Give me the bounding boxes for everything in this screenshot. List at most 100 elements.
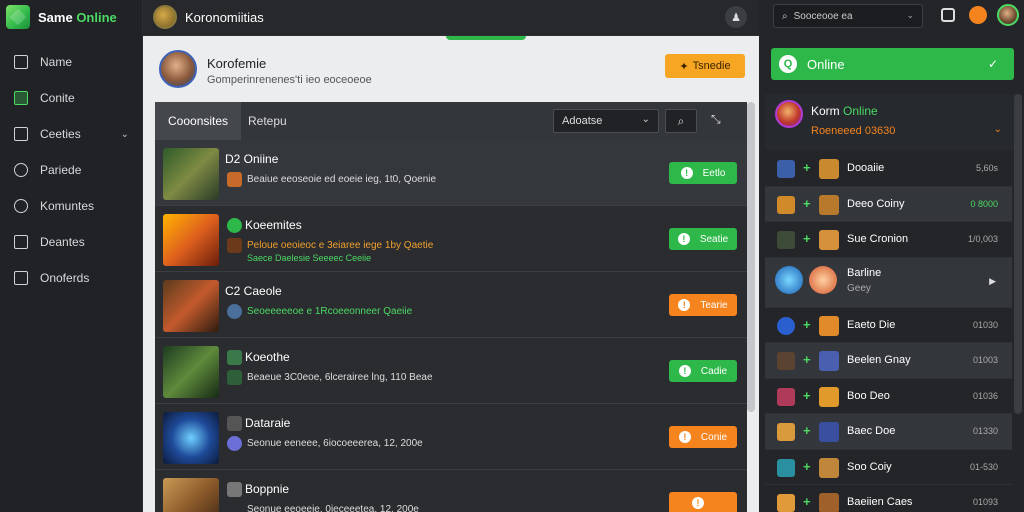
user-card[interactable]: Korm Online Roeneeed 03630 ⌄	[765, 94, 1018, 150]
row-meta: Beaeue 3C0eoe, 6lcerairee lng, 110 Beae	[247, 372, 433, 383]
plus-icon: +	[803, 195, 811, 211]
game-mini-icon	[227, 304, 242, 319]
row-action-button[interactable]: ! Eetlo	[669, 162, 737, 184]
check-icon: ✓	[987, 57, 998, 71]
status-icon: Q	[779, 55, 797, 73]
sidebar-item-name[interactable]: Name	[0, 44, 143, 80]
search-button[interactable]: ⌕	[665, 109, 697, 133]
chevron-right-icon[interactable]: ▶	[989, 276, 996, 287]
avatar[interactable]	[153, 5, 177, 29]
profile-avatar[interactable]	[159, 50, 197, 88]
sidebar-item-ceeties[interactable]: Ceeties ⌄	[0, 116, 143, 152]
row-title: Koeothe	[245, 350, 290, 364]
list-item[interactable]: + Baeiien Caes 01093	[765, 485, 1012, 512]
game-icon	[777, 494, 795, 512]
game-mini-icon	[227, 238, 242, 253]
table-row[interactable]: D2 Oniine Beaiue eeoseoie ed eoeie ieg, …	[155, 140, 747, 206]
play-icon: !	[692, 497, 704, 509]
list-item[interactable]: + Eaeto Die 01030	[765, 307, 1012, 343]
sidebar-item-onoferds[interactable]: Onoferds	[0, 260, 143, 296]
plus-icon: +	[803, 458, 811, 474]
row-title: Boppnie	[245, 482, 290, 496]
row-meta: Seonue eeneee, 6iocoeeerea, 12, 200e	[247, 438, 423, 449]
plus-icon: +	[803, 352, 811, 367]
game-thumbnail	[163, 214, 219, 266]
list-item[interactable]: + Dooaiie 5,60s	[765, 151, 1012, 187]
list-item-value: 01330	[972, 426, 998, 436]
tab-cooonsites[interactable]: Cooonsites	[155, 102, 242, 140]
online-status-button[interactable]: Q Online ✓	[771, 48, 1014, 80]
expand-icon[interactable]: ⤡	[711, 112, 721, 127]
list-item[interactable]: Barline Geey ▶	[765, 257, 1012, 308]
sidebar-item-label: Komuntes	[40, 199, 95, 213]
list-item[interactable]: + Soo Coiy 01-530	[765, 449, 1012, 485]
profile-action-button[interactable]: ✦ Tsnedie	[665, 54, 745, 78]
game-thumbnail	[163, 280, 219, 332]
play-icon: !	[678, 431, 691, 443]
list-item-name: Beelen Gnay	[847, 354, 911, 366]
plus-icon: +	[803, 231, 811, 246]
row-title: Koeemites	[245, 218, 302, 232]
brand-name: Same Online	[38, 9, 117, 25]
game-mini-icon	[227, 172, 242, 187]
notification-icon[interactable]	[969, 6, 987, 24]
avatar[interactable]	[997, 4, 1019, 26]
table-row[interactable]: Koeothe Beaeue 3C0eoe, 6lcerairee lng, 1…	[155, 338, 747, 404]
app: Same Online Name Conite Ceeties ⌄ Pariede…	[0, 0, 1024, 512]
row-meta: Seoeeeeeoe e 1Rcoeeonneer Qaeiie	[247, 306, 413, 317]
game-icon	[819, 315, 839, 336]
sidebar-nav: Name Conite Ceeties ⌄ Pariede Komuntes De…	[0, 44, 143, 296]
scrollbar[interactable]	[1014, 94, 1022, 414]
list-item-name: Soo Coiy	[847, 460, 892, 473]
table-row[interactable]: Koeemites Peloue oeoieoc e 3eiaree iege …	[155, 206, 747, 272]
sidebar-item-label: Deantes	[40, 235, 85, 249]
row-action-button[interactable]: ! Tearie	[669, 294, 737, 316]
list-item[interactable]: + Baec Doe 01330	[765, 414, 1012, 450]
list-item-name: Sue Cronion	[847, 233, 909, 245]
play-icon: !	[678, 365, 691, 377]
user-icon	[14, 199, 28, 213]
sidebar-item-conite[interactable]: Conite	[0, 80, 143, 116]
scrollbar[interactable]	[747, 102, 755, 412]
row-action-button[interactable]: ! Conie	[669, 426, 737, 448]
brand-logo-icon	[6, 5, 30, 29]
star-icon: ✦	[679, 60, 689, 73]
plus-icon: +	[803, 316, 811, 332]
row-action-button[interactable]: ! Cadie	[669, 360, 737, 382]
list-item-value: 01003	[972, 355, 998, 365]
user-subtitle: Roeneeed 03630	[811, 125, 896, 137]
tab-retepu[interactable]: Retepu	[235, 102, 300, 140]
right-panel: ⌕ Sooceooe ea ⌄ Q Online ✓ Korm Online Roe…	[759, 0, 1024, 512]
sidebar-item-pariede[interactable]: Pariede	[0, 152, 143, 188]
status-icon	[227, 416, 242, 431]
brand[interactable]: Same Online	[6, 4, 117, 30]
game-mini-icon	[227, 436, 242, 451]
sidebar-item-deantes[interactable]: Deantes	[0, 224, 143, 260]
list-item[interactable]: + Boo Deo 01036	[765, 378, 1012, 414]
list-item-subtitle: Geey	[847, 282, 871, 294]
row-meta: Seonue eeoeeie, 0ieceeetea, 12, 200e	[247, 504, 419, 512]
row-action-button[interactable]: ! Seatie	[669, 228, 737, 250]
window-icon[interactable]	[941, 8, 955, 22]
row-action-button[interactable]: !	[669, 492, 737, 512]
list-item[interactable]: + Sue Cronion 1/0,003	[765, 222, 1012, 258]
list-item-name: Baeiien Caes	[847, 496, 913, 508]
list-item[interactable]: + Beelen Gnay 01003	[765, 343, 1012, 379]
friends-list: + Dooaiie 5,60s + Deeo Coiny 0 8000 + Su…	[765, 151, 1012, 512]
filter-select[interactable]: Adoatse ⌄	[553, 109, 659, 133]
plus-icon: +	[803, 387, 811, 403]
table-row[interactable]: Dataraie Seonue eeneee, 6iocoeeerea, 12,…	[155, 404, 747, 470]
search-input[interactable]: ⌕ Sooceooe ea ⌄	[773, 4, 923, 28]
plus-icon: +	[803, 494, 811, 509]
game-icon	[777, 160, 795, 178]
table-row[interactable]: C2 Caeole Seoeeeeeoe e 1Rcoeeonneer Qaei…	[155, 272, 747, 338]
notification-icon[interactable]: ♟	[725, 6, 747, 28]
row-meta: Peloue oeoieoc e 3eiaree iege 1by Qaetie	[247, 240, 434, 251]
game-icon	[819, 493, 839, 512]
status-icon	[227, 482, 242, 497]
list-item-name: Baec Doe	[847, 425, 896, 437]
chevron-down-icon: ⌄	[906, 10, 914, 20]
sidebar-item-komuntes[interactable]: Komuntes	[0, 188, 143, 224]
list-item[interactable]: + Deeo Coiny 0 8000	[765, 186, 1012, 222]
table-row[interactable]: Boppnie Seonue eeoeeie, 0ieceeetea, 12, …	[155, 470, 747, 512]
